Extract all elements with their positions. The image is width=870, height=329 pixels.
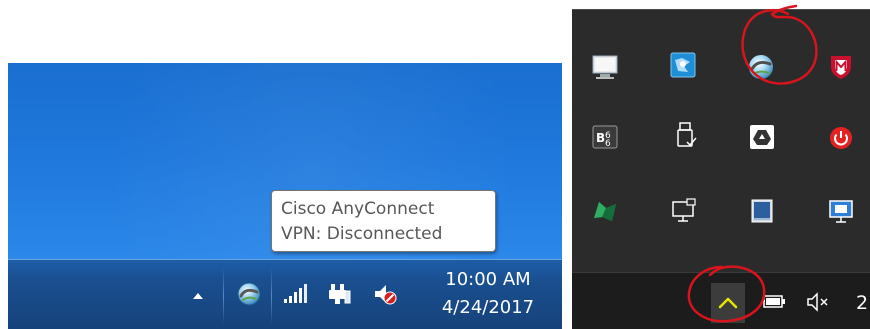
screenshot-collage: Cisco AnyConnect VPN: Disconnected 10:00… — [0, 0, 870, 329]
svg-text:6: 6 — [605, 139, 611, 149]
computer-monitor-icon[interactable] — [590, 52, 620, 82]
cisco-anyconnect-icon[interactable] — [746, 52, 776, 82]
tray-separator — [223, 268, 224, 324]
win7-desktop: Cisco AnyConnect VPN: Disconnected 10:00… — [8, 63, 562, 329]
clock-date: 4/24/2017 — [441, 297, 535, 318]
desktop-network-icon[interactable] — [669, 196, 699, 226]
hidden-icons-flyout: B 6 6 — [572, 10, 870, 272]
clock-partial[interactable]: 2 — [856, 289, 868, 317]
tray-separator — [271, 268, 272, 324]
usb-drive-icon[interactable] — [670, 120, 700, 150]
show-hidden-icons-button[interactable] — [711, 283, 745, 323]
volume-muted-icon[interactable] — [806, 291, 832, 313]
tooltip-line-1: Cisco AnyConnect — [281, 199, 435, 219]
green-app-icon[interactable] — [590, 196, 620, 226]
power-red-icon[interactable] — [826, 123, 856, 153]
power-plug-icon[interactable] — [326, 281, 352, 307]
battery-icon[interactable] — [762, 291, 788, 313]
network-signal-icon[interactable] — [282, 281, 308, 307]
win10-taskbar: 2 — [572, 272, 870, 329]
mcafee-icon[interactable] — [826, 52, 856, 82]
bluetooth-app-icon[interactable]: B 6 6 — [590, 122, 620, 152]
remote-screen-icon[interactable] — [826, 196, 856, 226]
volume-muted-icon[interactable] — [372, 281, 398, 307]
chevron-up-icon — [718, 297, 738, 309]
network-map-icon[interactable] — [668, 50, 698, 80]
tooltip-line-2: VPN: Disconnected — [281, 224, 443, 244]
clock-time: 10:00 AM — [445, 269, 531, 290]
win10-tray-panel: B 6 6 2 — [572, 9, 870, 329]
google-drive-icon[interactable] — [747, 122, 777, 152]
cisco-anyconnect-icon[interactable] — [236, 281, 262, 307]
display-window-icon[interactable] — [747, 196, 777, 226]
win7-taskbar: 10:00 AM 4/24/2017 — [8, 259, 562, 329]
show-hidden-icons-arrow-icon[interactable] — [191, 288, 205, 302]
clock[interactable]: 10:00 AM 4/24/2017 — [428, 266, 548, 326]
cisco-tooltip: Cisco AnyConnect VPN: Disconnected — [271, 190, 496, 252]
svg-text:B: B — [596, 131, 605, 145]
